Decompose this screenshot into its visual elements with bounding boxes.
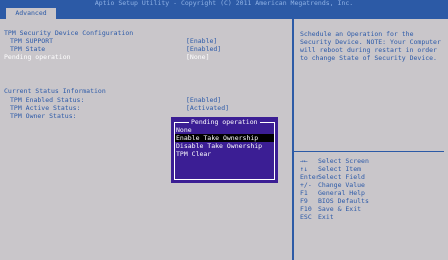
key-description: Exit <box>318 213 334 221</box>
key-name: F10 <box>300 205 312 213</box>
option-enable-take-ownership[interactable]: Enable Take Ownership <box>175 134 274 142</box>
help-separator <box>294 151 444 152</box>
pending-operation-label[interactable]: Pending operation <box>4 53 71 61</box>
key-description: Change Value <box>318 181 365 189</box>
key-name: F9 <box>300 197 308 205</box>
tpm-active-status-label: TPM Active Status: <box>10 104 81 112</box>
key-description: Select Item <box>318 165 362 173</box>
pending-operation-popup: Pending operation None Enable Take Owner… <box>171 117 278 183</box>
key-name: F1 <box>300 189 308 197</box>
popup-title: Pending operation <box>189 118 260 126</box>
tpm-enabled-status-value: [Enabled] <box>186 96 222 104</box>
tpm-support-label[interactable]: TPM SUPPORT <box>10 37 53 45</box>
option-none[interactable]: None <box>175 126 274 134</box>
option-tpm-clear[interactable]: TPM Clear <box>175 150 274 158</box>
bios-setup-screen: Aptio Setup Utility - Copyright (C) 2011… <box>0 0 448 260</box>
key-name: ESC <box>300 213 312 221</box>
tab-advanced[interactable]: Advanced <box>6 8 56 19</box>
arrow-up-down-icon: ↑↓ <box>300 165 308 173</box>
key-description: Save & Exit <box>318 205 362 213</box>
tpm-enabled-status-label: TPM Enabled Status: <box>10 96 85 104</box>
status-section-title: Current Status Information <box>4 87 106 95</box>
key-description: BIOS Defaults <box>318 197 369 205</box>
arrow-left-right-icon: →← <box>300 157 308 165</box>
key-name: +/- <box>300 181 312 189</box>
key-description: Select Field <box>318 173 365 181</box>
tpm-state-label[interactable]: TPM State <box>10 45 45 53</box>
help-text: Schedule an Operation for the Security D… <box>300 30 441 62</box>
tpm-active-status-value: [Activated] <box>186 104 230 112</box>
tpm-support-value[interactable]: [Enable] <box>186 37 217 45</box>
key-name: Enter <box>300 173 320 181</box>
option-disable-take-ownership[interactable]: Disable Take Ownership <box>175 142 274 150</box>
tpm-owner-status-label: TPM Owner Status: <box>10 112 77 120</box>
tpm-state-value[interactable]: [Enabled] <box>186 45 221 53</box>
popup-options: None Enable Take Ownership Disable Take … <box>175 126 274 158</box>
section-title: TPM Security Device Configuration <box>4 29 134 37</box>
pending-operation-value[interactable]: [None] <box>186 53 209 61</box>
key-description: General Help <box>318 189 365 197</box>
app-title: Aptio Setup Utility - Copyright (C) 2011… <box>94 0 354 7</box>
header-bar: Aptio Setup Utility - Copyright (C) 2011… <box>0 0 448 19</box>
key-description: Select Screen <box>318 157 369 165</box>
